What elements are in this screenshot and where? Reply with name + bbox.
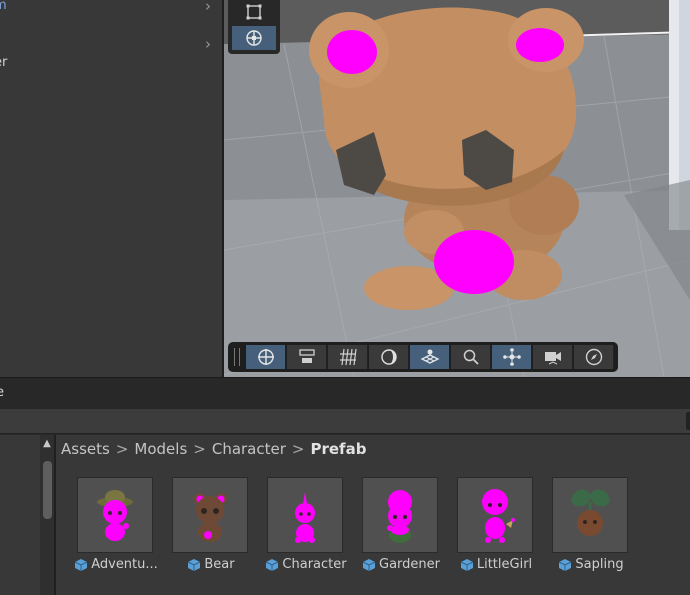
align-toggle-button[interactable] <box>287 345 327 369</box>
folder-tree-scrollbar[interactable]: ▲ <box>40 435 54 595</box>
align-toggle-icon <box>298 349 315 363</box>
grid-plane-icon <box>420 349 439 364</box>
hierarchy-row[interactable]: › <box>0 34 222 54</box>
asset-name: LittleGirl <box>476 557 533 572</box>
camera-icon <box>544 352 561 365</box>
breadcrumb-item[interactable]: Models <box>134 440 187 458</box>
sapling-thumbnail-icon <box>571 489 610 536</box>
move-gizmo-icon <box>257 349 274 365</box>
asset-item[interactable]: Gardener <box>357 477 445 577</box>
project-tab-bar: e <box>0 377 690 409</box>
scroll-up-icon[interactable]: ▲ <box>42 439 52 449</box>
tools-overlay <box>228 0 280 54</box>
adventurer-thumbnail-icon <box>97 490 133 541</box>
breadcrumb: Assets > Models > Character > Prefab <box>61 439 366 459</box>
shading-mode-button[interactable] <box>369 345 409 369</box>
scrollbar-thumb[interactable] <box>43 461 52 519</box>
asset-label: Gardener <box>357 557 445 572</box>
asset-name: Gardener <box>379 557 440 572</box>
asset-name: Character <box>282 557 347 572</box>
chevron-right-icon[interactable]: › <box>205 34 217 54</box>
grid-plane-button[interactable] <box>410 345 450 369</box>
hierarchy-row[interactable]: m › <box>0 0 222 16</box>
toolbar-grip-icon[interactable] <box>234 348 240 366</box>
rect-tool-icon <box>246 4 262 20</box>
prefab-icon <box>266 558 279 571</box>
chevron-right-icon: > <box>193 440 206 458</box>
prefab-icon <box>74 558 88 571</box>
asset-item[interactable]: Character <box>262 477 350 577</box>
breadcrumb-current[interactable]: Prefab <box>310 440 366 458</box>
asset-item[interactable]: Bear <box>167 477 255 577</box>
hierarchy-row[interactable]: er <box>0 53 222 73</box>
chevron-right-icon[interactable]: › <box>205 0 217 16</box>
hierarchy-row-label: er <box>0 55 8 70</box>
breadcrumb-item[interactable]: Character <box>212 440 286 458</box>
asset-label: Sapling <box>547 557 635 572</box>
asset-item[interactable]: LittleGirl <box>452 477 540 577</box>
chevron-right-icon: > <box>115 440 129 458</box>
prefab-icon <box>188 558 201 571</box>
asset-label: LittleGirl <box>452 557 540 572</box>
littlegirl-thumbnail-icon <box>482 489 515 543</box>
project-tab-label[interactable]: e <box>0 385 4 400</box>
asset-thumbnail <box>267 477 343 553</box>
compass-button[interactable] <box>574 345 614 369</box>
scene-render <box>224 0 690 377</box>
project-toolbar <box>0 409 690 434</box>
scene-view[interactable] <box>224 0 690 377</box>
orientation-gizmo-icon <box>502 348 521 366</box>
asset-name: Bear <box>204 557 235 572</box>
gardener-thumbnail-icon <box>387 490 412 543</box>
hierarchy-row-label: m <box>0 0 7 13</box>
asset-label: Bear <box>167 557 255 572</box>
compass-icon <box>585 348 602 366</box>
move-gizmo-button[interactable] <box>246 345 286 369</box>
scene-view-toolbar <box>228 342 618 372</box>
search-field-edge[interactable] <box>686 412 690 430</box>
search-zoom-button[interactable] <box>451 345 491 369</box>
asset-name: Adventu... <box>91 557 158 572</box>
asset-label: Character <box>262 557 350 572</box>
asset-browser: Assets > Models > Character > Prefab Adv… <box>56 435 690 595</box>
prefab-icon <box>362 558 376 571</box>
prefab-icon <box>559 558 572 571</box>
prefab-icon <box>460 558 474 571</box>
transform-tool-icon <box>246 30 262 46</box>
orientation-gizmo-button[interactable] <box>492 345 532 369</box>
asset-label: Adventu... <box>72 557 160 572</box>
character-thumbnail-icon <box>295 492 315 543</box>
asset-name: Sapling <box>575 557 624 572</box>
chevron-right-icon: > <box>291 440 305 458</box>
grid-snap-icon <box>339 348 357 366</box>
asset-thumbnail <box>362 477 438 553</box>
transform-tool-button[interactable] <box>232 26 276 50</box>
folder-tree <box>0 435 40 595</box>
breadcrumb-item[interactable]: Assets <box>61 440 110 458</box>
rect-tool-button[interactable] <box>232 0 276 24</box>
asset-thumbnail <box>172 477 248 553</box>
camera-button[interactable] <box>533 345 573 369</box>
asset-thumbnail <box>457 477 533 553</box>
search-zoom-icon <box>463 349 479 365</box>
asset-item[interactable]: Sapling <box>547 477 635 577</box>
hierarchy-panel: m › › er <box>0 0 222 377</box>
shading-mode-icon <box>380 349 397 365</box>
grid-snap-button[interactable] <box>328 345 368 369</box>
asset-thumbnail <box>552 477 628 553</box>
asset-item[interactable]: Adventu... <box>72 477 160 577</box>
bear-thumbnail-icon <box>194 493 227 542</box>
asset-thumbnail <box>77 477 153 553</box>
